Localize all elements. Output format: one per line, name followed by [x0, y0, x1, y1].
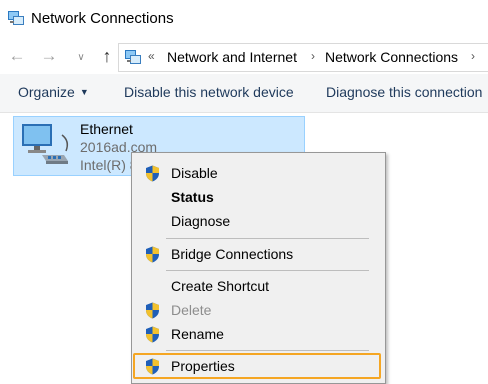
network-connections-icon: [125, 50, 141, 64]
menu-item-diagnose[interactable]: Diagnose: [134, 209, 383, 233]
menu-separator: [166, 350, 369, 351]
menu-item-status[interactable]: Status: [134, 185, 383, 209]
connection-name: Ethernet: [80, 121, 133, 137]
title-bar: Network Connections: [0, 0, 488, 38]
menu-item-label: Delete: [171, 302, 212, 318]
menu-item-label: Bridge Connections: [171, 246, 294, 262]
breadcrumb-network-connections[interactable]: Network Connections: [325, 49, 458, 65]
menu-item-bridge-connections[interactable]: Bridge Connections: [134, 242, 383, 266]
diagnose-connection-button[interactable]: Diagnose this connection: [326, 84, 482, 100]
menu-item-delete: Delete: [134, 298, 383, 322]
chevron-down-icon[interactable]: ∨: [72, 48, 90, 68]
organize-button[interactable]: Organize ▼: [18, 84, 89, 100]
menu-item-label: Disable: [171, 165, 218, 181]
menu-item-disable[interactable]: Disable: [134, 161, 383, 185]
back-arrow-icon[interactable]: ←: [8, 46, 26, 66]
breadcrumb-separator[interactable]: ›: [471, 49, 475, 63]
menu-separator: [166, 270, 369, 271]
menu-item-create-shortcut[interactable]: Create Shortcut: [134, 274, 383, 298]
uac-shield-icon: [146, 326, 159, 343]
forward-arrow-icon[interactable]: →: [40, 46, 58, 66]
disable-network-device-button[interactable]: Disable this network device: [124, 84, 294, 100]
uac-shield-icon: [146, 246, 159, 263]
command-bar: Organize ▼ Disable this network device Di…: [0, 74, 488, 113]
menu-item-rename[interactable]: Rename: [134, 322, 383, 346]
organize-label: Organize: [18, 84, 75, 100]
menu-item-label: Diagnose: [171, 213, 231, 229]
address-bar: ← → ∨ ↑ « Network and Internet › Network…: [0, 38, 488, 74]
menu-item-properties[interactable]: Properties: [134, 354, 383, 378]
menu-item-label: Status: [171, 189, 214, 205]
uac-shield-icon: [146, 358, 159, 375]
menu-item-label: Rename: [171, 326, 224, 342]
connection-device: Intel(R) 8: [80, 157, 138, 173]
ethernet-adapter-icon: [22, 124, 69, 164]
up-arrow-icon[interactable]: ↑: [98, 46, 116, 66]
context-menu: Disable Status Diagnose Bridge Connectio…: [131, 152, 386, 384]
dropdown-arrow-icon: ▼: [79, 87, 89, 97]
uac-shield-icon: [146, 165, 159, 182]
menu-separator: [166, 238, 369, 239]
window-title: Network Connections: [31, 10, 174, 27]
menu-item-label: Create Shortcut: [171, 278, 270, 294]
breadcrumb[interactable]: « Network and Internet › Network Connect…: [118, 43, 488, 72]
breadcrumb-overflow[interactable]: «: [148, 49, 155, 63]
uac-shield-icon: [146, 302, 159, 319]
breadcrumb-network-and-internet[interactable]: Network and Internet: [167, 49, 297, 65]
menu-item-label: Properties: [171, 358, 235, 374]
breadcrumb-separator[interactable]: ›: [311, 49, 315, 63]
network-connections-icon: [8, 11, 24, 25]
